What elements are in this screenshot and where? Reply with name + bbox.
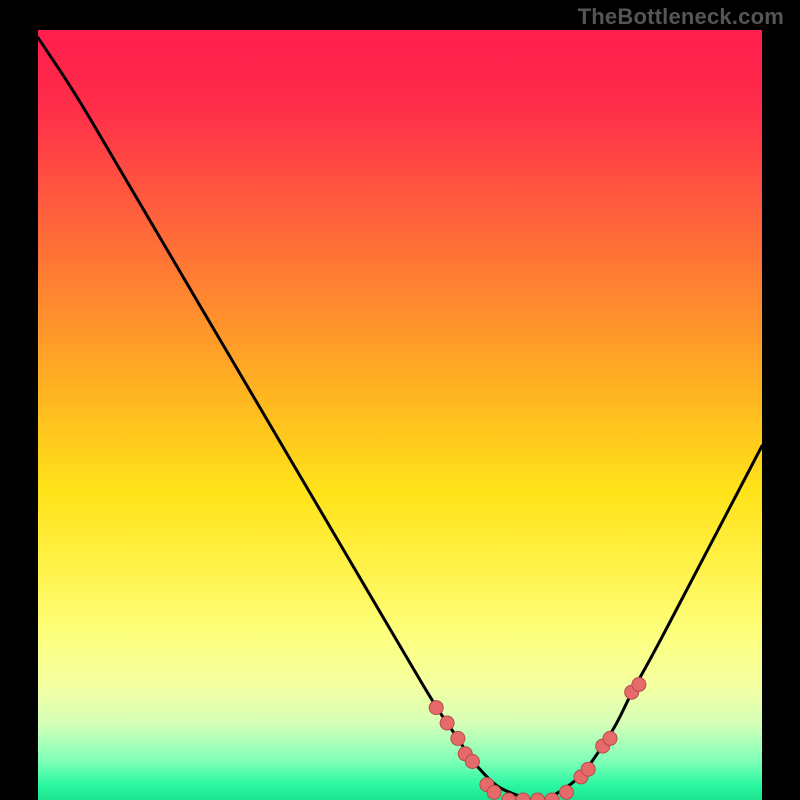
data-point [451,731,465,745]
bottleneck-curve [38,38,762,800]
data-point [632,678,646,692]
data-points [429,678,646,800]
data-point [440,716,454,730]
data-point [465,755,479,769]
data-point [560,785,574,799]
data-point [603,731,617,745]
plot-area [38,30,762,800]
data-point [581,762,595,776]
attribution-text: TheBottleneck.com [578,4,784,30]
data-point [487,785,501,799]
data-point [531,793,545,800]
chart-frame: TheBottleneck.com [0,0,800,800]
data-point [429,701,443,715]
chart-svg [38,30,762,800]
